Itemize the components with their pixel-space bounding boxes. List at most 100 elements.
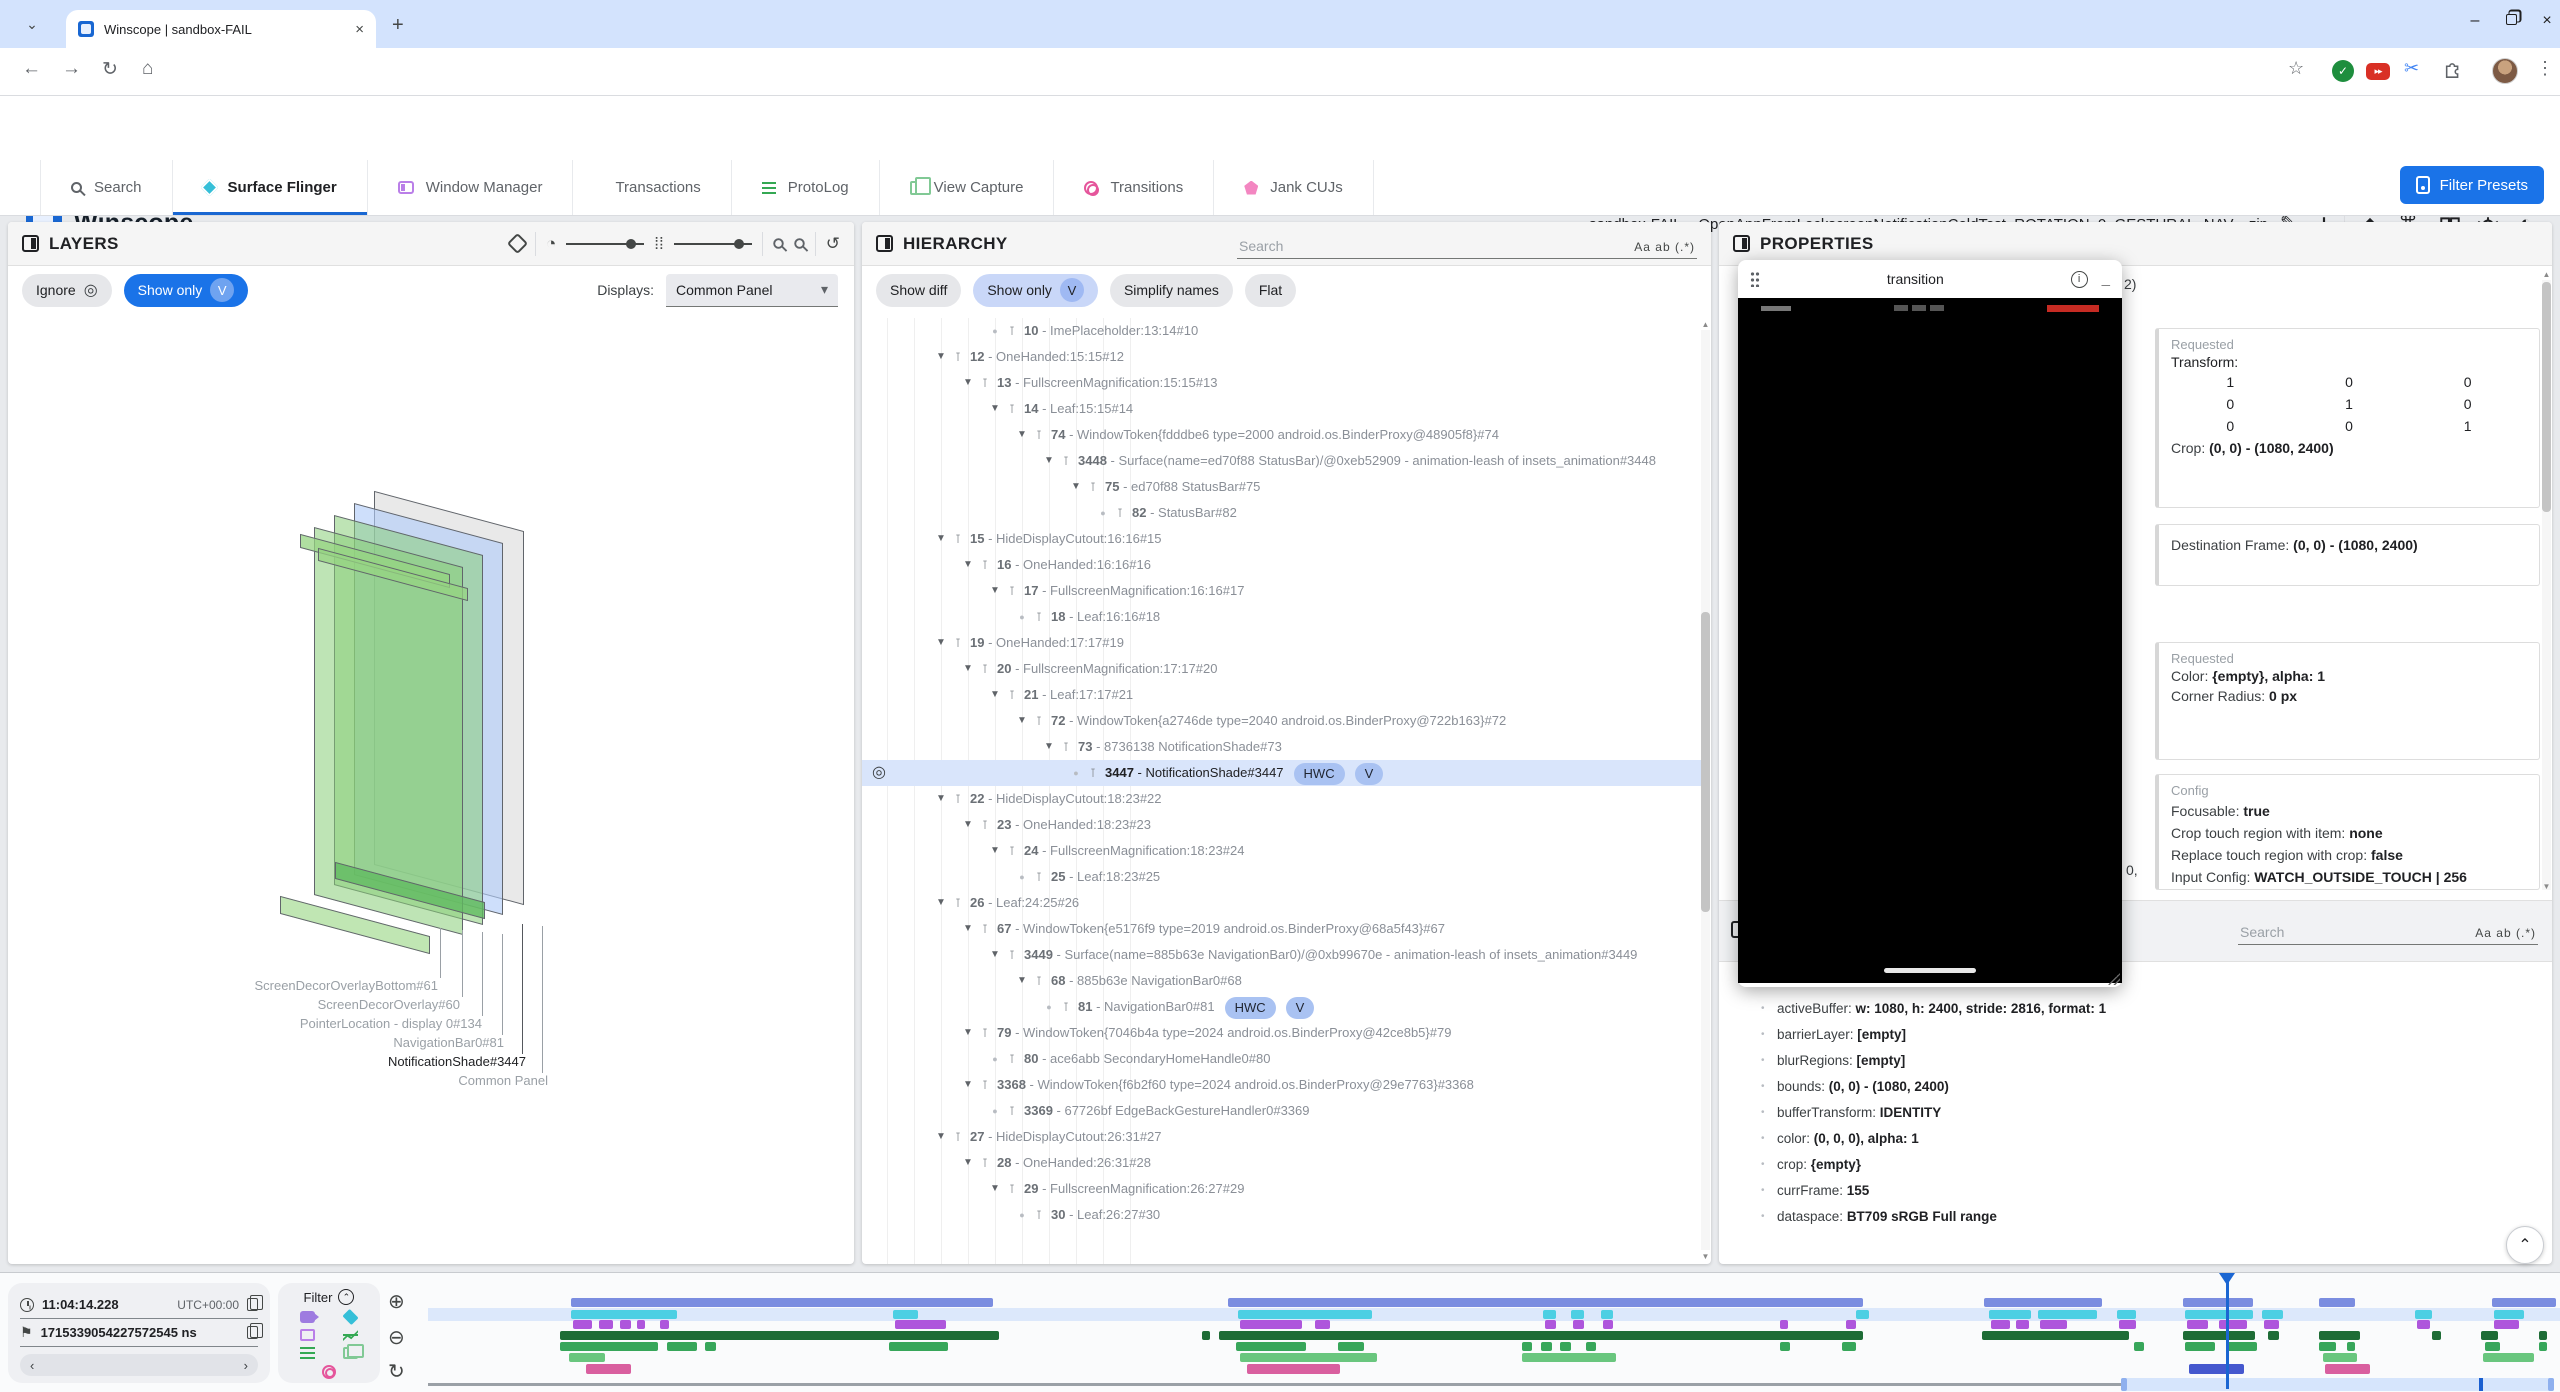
- timeline-segment-protolog[interactable]: [2539, 1342, 2548, 1351]
- timeline-segment-window-manager[interactable]: [1603, 1320, 1614, 1329]
- timeline-segment-window-manager[interactable]: [895, 1320, 946, 1329]
- browser-tab[interactable]: Winscope | sandbox-FAIL ×: [66, 10, 376, 48]
- displays-dropdown[interactable]: Common Panel▾: [666, 274, 838, 307]
- tree-node[interactable]: ▼⊺24 - FullscreenMagnification:18:23#24: [862, 838, 1701, 864]
- timeline-segment-protolog[interactable]: [1586, 1342, 1597, 1351]
- property-item[interactable]: barrierLayer: [empty]: [1733, 1022, 2538, 1048]
- pin-icon[interactable]: ⊺: [1031, 708, 1047, 734]
- timeline-segment-transactions[interactable]: [1202, 1331, 1211, 1340]
- pin-icon[interactable]: ⊺: [1004, 578, 1020, 604]
- pin-icon[interactable]: ⊺: [1085, 760, 1101, 786]
- timeline-segment-window-manager[interactable]: [573, 1320, 592, 1329]
- window-manager-trace-icon[interactable]: [300, 1329, 315, 1341]
- overlay-titlebar[interactable]: transition i _: [1738, 260, 2122, 298]
- expand-arrow-icon[interactable]: ▼: [959, 552, 977, 578]
- tab-search-chevron-icon[interactable]: ⌄: [18, 10, 46, 38]
- timeline-segment-wm-trace[interactable]: [1228, 1298, 1863, 1307]
- timeline-segment-window-manager[interactable]: [2040, 1320, 2068, 1329]
- pin-icon[interactable]: ⊺: [1031, 422, 1047, 448]
- zoom-in-icon[interactable]: [773, 238, 783, 248]
- tree-node[interactable]: ▼⊺13 - FullscreenMagnification:15:15#13: [862, 370, 1701, 396]
- expand-arrow-icon[interactable]: ▼: [1040, 734, 1058, 760]
- pin-icon[interactable]: ⊺: [977, 552, 993, 578]
- pin-icon[interactable]: ⊺: [1031, 604, 1047, 630]
- layer-label[interactable]: ScreenDecorOverlayBottom#61: [254, 978, 438, 993]
- selected-range[interactable]: [2121, 1378, 2553, 1391]
- expand-arrow-icon[interactable]: ▼: [959, 1072, 977, 1098]
- tree-node[interactable]: ▼⊺3449 - Surface(name=885b63e Navigation…: [862, 942, 1701, 968]
- timeline-segment-protolog[interactable]: [1338, 1342, 1364, 1351]
- timeline-segment-transactions[interactable]: [1982, 1331, 2129, 1340]
- window-restore-button[interactable]: [2498, 12, 2524, 30]
- expand-arrow-icon[interactable]: ▼: [959, 656, 977, 682]
- tab-transactions[interactable]: Transactions: [573, 160, 731, 215]
- tree-node[interactable]: ▼⊺74 - WindowToken{fdddbe6 type=2000 and…: [862, 422, 1701, 448]
- timeline-segment-window-manager[interactable]: [1573, 1320, 1584, 1329]
- pin-icon[interactable]: ⊺: [1004, 1176, 1020, 1202]
- timeline-segment-surface-flinger[interactable]: [1856, 1310, 1869, 1319]
- timeline-segment-window-manager[interactable]: [1991, 1320, 2010, 1329]
- profile-avatar[interactable]: [2492, 58, 2518, 84]
- expand-arrow-icon[interactable]: ▼: [932, 526, 950, 552]
- pin-icon[interactable]: ⊺: [950, 890, 966, 916]
- leaf-dot-icon[interactable]: ●: [986, 1046, 1004, 1072]
- layer-label[interactable]: NavigationBar0#81: [393, 1035, 504, 1050]
- collapse-timeline-button[interactable]: ⌃: [2506, 1226, 2544, 1264]
- timeline-segment-window-manager[interactable]: [637, 1320, 646, 1329]
- tree-node[interactable]: ●⊺80 - ace6abb SecondaryHomeHandle0#80: [862, 1046, 1701, 1072]
- properties-search-input[interactable]: Search Aa ab (.*): [2238, 915, 2538, 945]
- visibility-icon[interactable]: ◎: [872, 760, 886, 786]
- tree-node[interactable]: ▼⊺28 - OneHanded:26:31#28: [862, 1150, 1701, 1176]
- pin-icon[interactable]: ⊺: [977, 812, 993, 838]
- leaf-dot-icon[interactable]: ●: [986, 318, 1004, 344]
- timeline-segment-window-manager[interactable]: [660, 1320, 669, 1329]
- timeline-segment-wm-trace[interactable]: [2319, 1298, 2355, 1307]
- timeline-segment-protolog[interactable]: [2134, 1342, 2145, 1351]
- rotation-icon[interactable]: ◔: [546, 234, 556, 254]
- search-options-icons[interactable]: Aa ab (.*): [2475, 926, 2536, 940]
- flat-chip[interactable]: Flat: [1245, 274, 1296, 307]
- show-only-chip[interactable]: Show only V: [973, 274, 1098, 307]
- range-handle-right[interactable]: [2548, 1378, 2554, 1391]
- timeline-segment-transactions[interactable]: [2183, 1331, 2255, 1340]
- tree-node[interactable]: ●⊺18 - Leaf:16:16#18: [862, 604, 1701, 630]
- extension-red-icon[interactable]: ▸▸: [2366, 63, 2390, 80]
- pin-icon[interactable]: ⊺: [950, 344, 966, 370]
- expand-arrow-icon[interactable]: ▼: [932, 890, 950, 916]
- timeline-range-selector[interactable]: [428, 1378, 2558, 1391]
- copy-icon[interactable]: [247, 1326, 258, 1339]
- expand-arrow-icon[interactable]: ▼: [932, 786, 950, 812]
- timeline-filter-toggle[interactable]: Filter⌃: [286, 1289, 372, 1305]
- ns-time-field[interactable]: ⚑ 1715339054227572545 ns: [20, 1319, 258, 1347]
- collapse-panel-icon[interactable]: [22, 235, 39, 252]
- timeline-segment-transitions[interactable]: [586, 1364, 631, 1374]
- expand-arrow-icon[interactable]: ▼: [959, 1150, 977, 1176]
- timeline-segment-wm-trace[interactable]: [2492, 1298, 2556, 1307]
- spacing-icon[interactable]: ⁞⁞: [654, 234, 663, 254]
- timeline-segment-wm-trace[interactable]: [1984, 1298, 2101, 1307]
- pin-icon[interactable]: ⊺: [977, 916, 993, 942]
- tree-node[interactable]: ▼⊺67 - WindowToken{e5176f9 type=2019 and…: [862, 916, 1701, 942]
- search-options-icons[interactable]: Aa ab (.*): [1634, 240, 1695, 254]
- timeline-segment-surface-flinger[interactable]: [2262, 1310, 2283, 1319]
- tree-node[interactable]: ▼⊺14 - Leaf:15:15#14: [862, 396, 1701, 422]
- pin-icon[interactable]: ⊺: [1112, 500, 1128, 526]
- property-item[interactable]: bounds: (0, 0) - (1080, 2400): [1733, 1074, 2538, 1100]
- timeline-segment-protolog[interactable]: [705, 1342, 716, 1351]
- tab-window-manager[interactable]: Window Manager: [368, 160, 574, 215]
- pin-icon[interactable]: ⊺: [1031, 1202, 1047, 1228]
- pin-icon[interactable]: ⊺: [977, 370, 993, 396]
- hierarchy-scrollbar[interactable]: [1701, 612, 1710, 912]
- tree-node[interactable]: ▼⊺19 - OneHanded:17:17#19: [862, 630, 1701, 656]
- property-item[interactable]: blurRegions: [empty]: [1733, 1048, 2538, 1074]
- timeline-segment-surface-flinger[interactable]: [1238, 1310, 1372, 1319]
- pin-icon[interactable]: ⊺: [1004, 396, 1020, 422]
- show-diff-chip[interactable]: Show diff: [876, 274, 961, 307]
- leaf-dot-icon[interactable]: ●: [1013, 604, 1031, 630]
- tree-node[interactable]: ▼⊺73 - 8736138 NotificationShade#73: [862, 734, 1701, 760]
- timeline-zoom-in-icon[interactable]: ⊕: [388, 1289, 405, 1314]
- expand-arrow-icon[interactable]: ▼: [932, 1124, 950, 1150]
- leaf-dot-icon[interactable]: ●: [1040, 994, 1058, 1020]
- timeline-segment-window-manager[interactable]: [2417, 1320, 2430, 1329]
- timeline-segment-surface-flinger[interactable]: [2038, 1310, 2098, 1319]
